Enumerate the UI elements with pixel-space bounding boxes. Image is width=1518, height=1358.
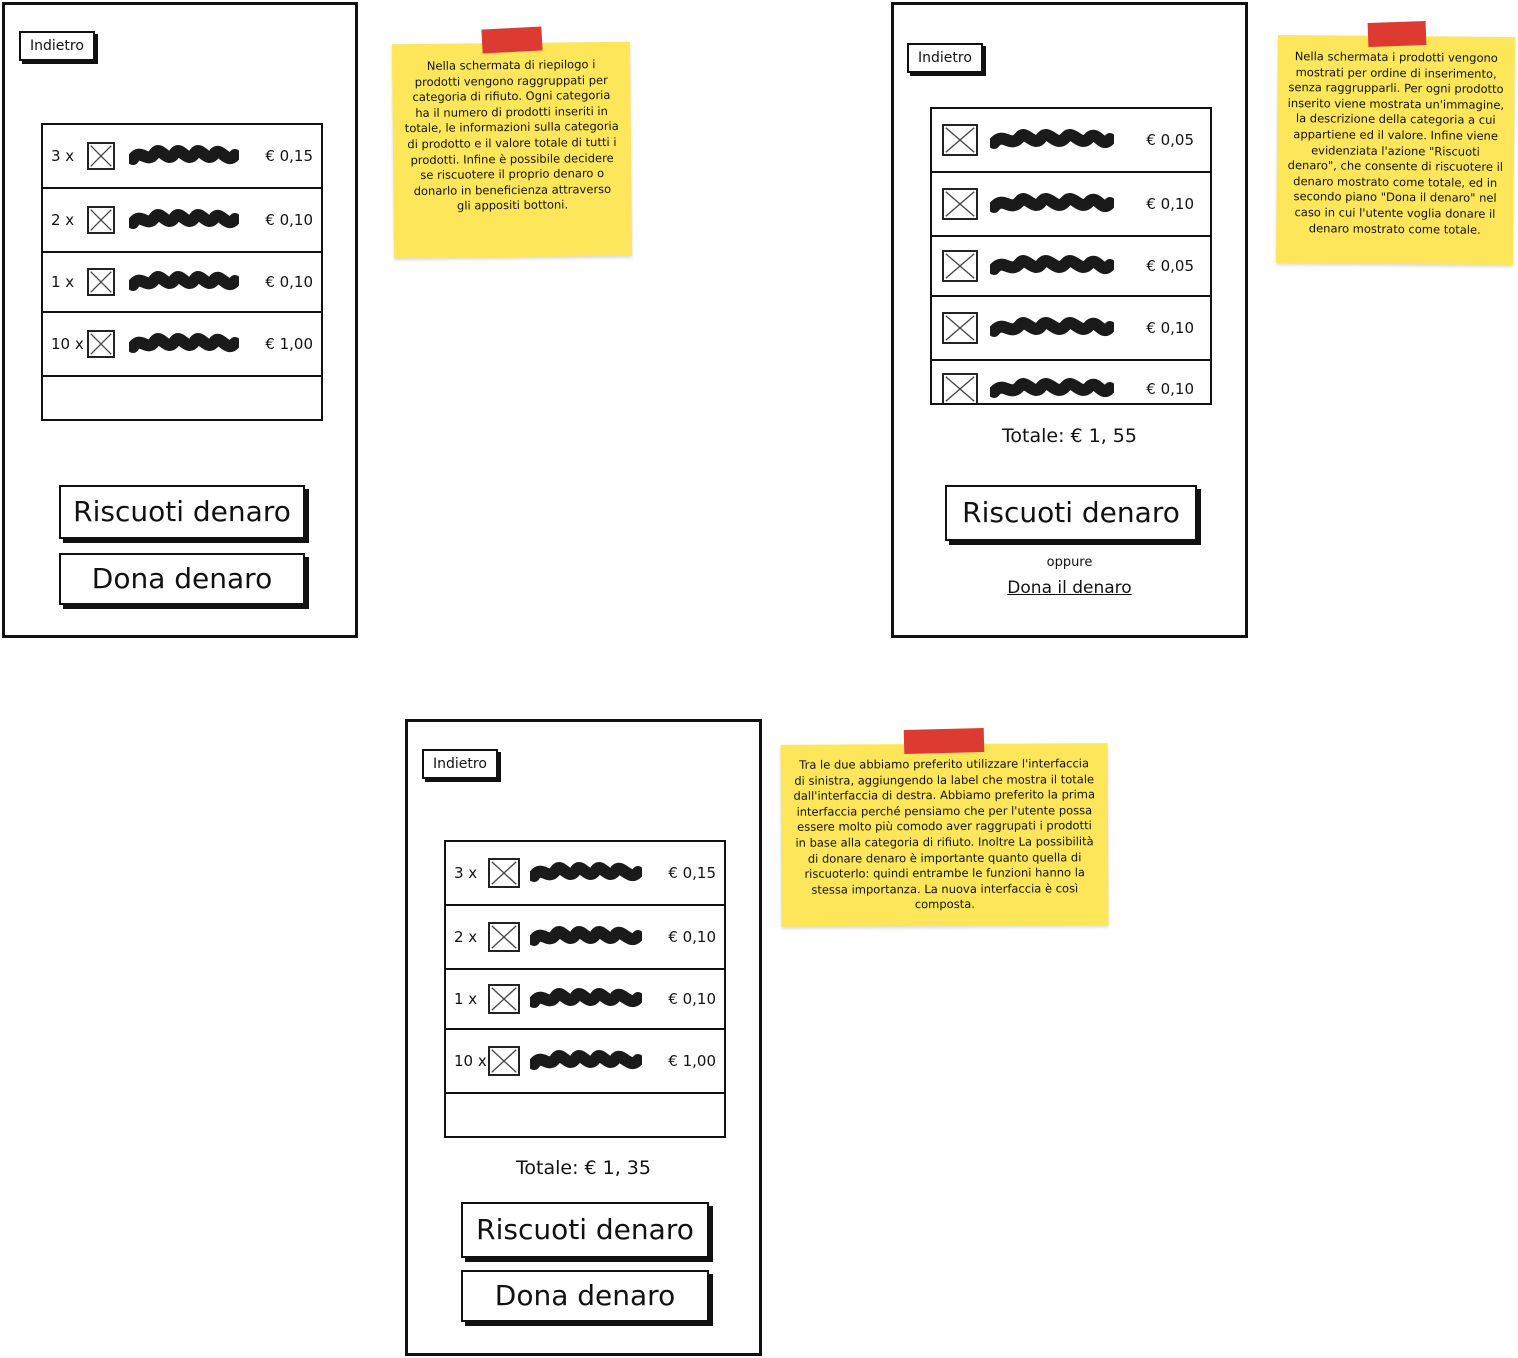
description-scribble xyxy=(530,988,642,1008)
list-item: € 0,10 xyxy=(932,173,1210,237)
image-placeholder-icon xyxy=(942,250,978,282)
description-scribble xyxy=(990,193,1114,213)
list-item: 2 x € 0,10 xyxy=(446,906,724,970)
description-scribble xyxy=(990,378,1114,398)
collect-money-button[interactable]: Riscuoti denaro xyxy=(59,485,305,539)
list-item: € 0,10 xyxy=(932,297,1210,361)
description-scribble xyxy=(990,317,1114,337)
image-placeholder-icon xyxy=(87,206,115,234)
back-button[interactable]: Indietro xyxy=(19,31,95,61)
product-list: € 0,05 € 0,10 € 0,05 € 0,10 € 0,10 xyxy=(930,107,1212,405)
back-button[interactable]: Indietro xyxy=(422,749,498,779)
image-placeholder-icon xyxy=(488,858,520,888)
description-scribble xyxy=(129,271,239,291)
item-qty: 3 x xyxy=(454,864,478,882)
item-price: € 0,15 xyxy=(265,147,313,165)
image-placeholder-icon xyxy=(87,330,115,358)
collect-money-button[interactable]: Riscuoti denaro xyxy=(461,1202,709,1258)
description-scribble xyxy=(990,255,1114,275)
list-item: 10 x € 1,00 xyxy=(43,313,321,377)
tape-left xyxy=(481,26,543,54)
mockup-left: Indietro 3 x € 0,15 2 x € 0,10 1 x € 0,1… xyxy=(2,2,358,638)
item-price: € 0,10 xyxy=(265,211,313,229)
description-scribble xyxy=(990,129,1114,149)
image-placeholder-icon xyxy=(87,142,115,170)
list-item: 1 x € 0,10 xyxy=(446,970,724,1030)
item-qty: 2 x xyxy=(51,211,75,229)
list-item: € 0,05 xyxy=(932,237,1210,297)
image-placeholder-icon xyxy=(942,373,978,403)
donate-money-button[interactable]: Dona denaro xyxy=(461,1270,709,1322)
description-scribble xyxy=(530,862,642,882)
note-text: Tra le due abbiamo preferito utilizzare … xyxy=(793,756,1096,912)
image-placeholder-icon xyxy=(942,124,978,156)
back-button[interactable]: Indietro xyxy=(907,43,983,73)
product-list: 3 x € 0,15 2 x € 0,10 1 x € 0,10 10 x € … xyxy=(41,123,323,421)
item-price: € 1,00 xyxy=(668,1052,716,1070)
total-label: Totale: € 1, 35 xyxy=(516,1157,651,1179)
image-placeholder-icon xyxy=(87,268,115,296)
donate-money-button[interactable]: Dona denaro xyxy=(59,553,305,605)
item-price: € 0,10 xyxy=(1146,319,1194,337)
sticky-note-bottom: Tra le due abbiamo preferito utilizzare … xyxy=(780,743,1109,927)
item-price: € 0,10 xyxy=(668,990,716,1008)
item-price: € 0,15 xyxy=(668,864,716,882)
collect-money-button[interactable]: Riscuoti denaro xyxy=(945,485,1197,541)
sticky-note-left: Nella schermata di riepilogo i prodotti … xyxy=(391,41,633,259)
list-item: € 0,10 xyxy=(932,361,1210,403)
donate-money-link[interactable]: Dona il denaro xyxy=(894,578,1245,598)
image-placeholder-icon xyxy=(942,188,978,220)
item-qty: 10 x xyxy=(51,335,84,353)
item-price: € 0,10 xyxy=(1146,195,1194,213)
note-text: Nella schermata di riepilogo i prodotti … xyxy=(404,57,619,213)
image-placeholder-icon xyxy=(488,1046,520,1076)
item-price: € 0,10 xyxy=(668,928,716,946)
item-price: € 1,00 xyxy=(265,335,313,353)
item-qty: 1 x xyxy=(51,273,75,291)
sticky-note-right: Nella schermata i prodotti vengono mostr… xyxy=(1276,34,1515,266)
item-price: € 0,10 xyxy=(265,273,313,291)
image-placeholder-icon xyxy=(488,984,520,1014)
tape-right xyxy=(1367,20,1427,48)
list-item: 10 x € 1,00 xyxy=(446,1030,724,1094)
description-scribble xyxy=(530,1050,642,1070)
item-price: € 0,05 xyxy=(1146,131,1194,149)
item-qty: 10 x xyxy=(454,1052,487,1070)
description-scribble xyxy=(129,333,239,353)
image-placeholder-icon xyxy=(942,312,978,344)
item-qty: 1 x xyxy=(454,990,478,1008)
tape-bottom xyxy=(903,727,985,755)
item-qty: 3 x xyxy=(51,147,75,165)
note-text: Nella schermata i prodotti vengono mostr… xyxy=(1287,49,1505,237)
mockup-right: Indietro € 0,05 € 0,10 € 0,05 € 0,10 € 0… xyxy=(891,2,1248,638)
description-scribble xyxy=(129,209,239,229)
list-item: 3 x € 0,15 xyxy=(446,842,724,906)
item-price: € 0,05 xyxy=(1146,257,1194,275)
list-item: 1 x € 0,10 xyxy=(43,253,321,313)
item-qty: 2 x xyxy=(454,928,478,946)
or-label: oppure xyxy=(1046,555,1093,570)
list-item: 3 x € 0,15 xyxy=(43,125,321,189)
description-scribble xyxy=(129,145,239,165)
description-scribble xyxy=(530,926,642,946)
total-label: Totale: € 1, 55 xyxy=(1002,425,1137,447)
product-list: 3 x € 0,15 2 x € 0,10 1 x € 0,10 10 x € … xyxy=(444,840,726,1138)
list-item: 2 x € 0,10 xyxy=(43,189,321,253)
list-item: € 0,05 xyxy=(932,109,1210,173)
item-price: € 0,10 xyxy=(1146,380,1194,398)
image-placeholder-icon xyxy=(488,922,520,952)
mockup-final: Indietro 3 x € 0,15 2 x € 0,10 1 x € 0,1… xyxy=(405,719,762,1356)
